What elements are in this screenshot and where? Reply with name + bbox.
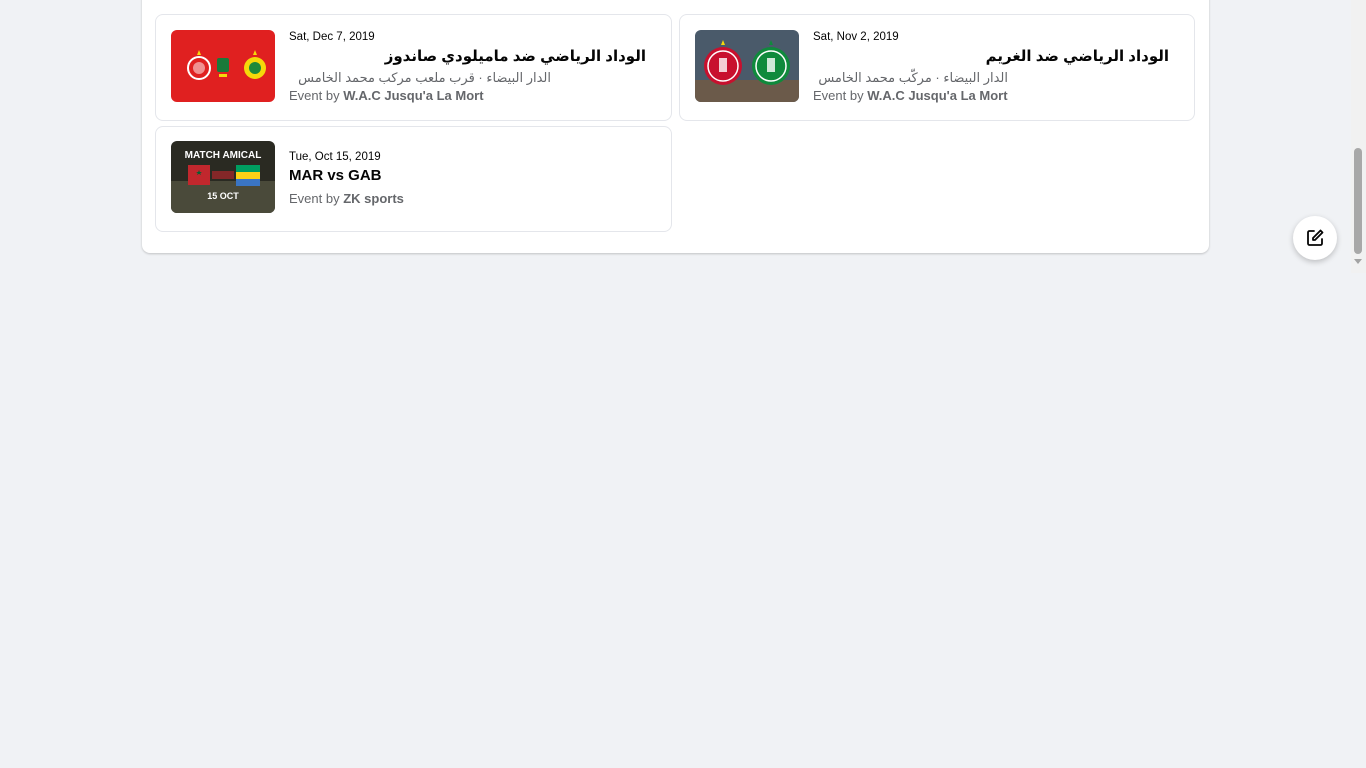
thumb-date: 15 OCT [207,191,239,201]
event-card[interactable]: Sat, Nov 2, 2019 الوداد الرياضي ضد الغري… [679,14,1195,121]
event-thumbnail[interactable] [171,30,275,102]
event-thumbnail[interactable] [695,30,799,102]
host-prefix: Event by [289,191,340,206]
event-date: Sat, Nov 2, 2019 [813,31,899,43]
wydad-vs-sundowns-image [171,30,275,102]
compose-button[interactable] [1293,216,1337,260]
thumb-caption: MATCH AMICAL [185,150,262,161]
event-date: Tue, Oct 15, 2019 [289,151,381,163]
event-host: Event by ZK sports [289,191,404,206]
event-card[interactable]: MATCH AMICAL 15 OCT Tue, Oct 15, 2019 MA… [155,126,672,232]
event-host: Event by W.A.C Jusqu'a La Mort [289,88,484,103]
mar-vs-gab-image: MATCH AMICAL 15 OCT [171,141,275,213]
event-location: الدار البيضاء · مركّب محمد الخامس [818,70,1008,85]
scrollbar[interactable] [1351,0,1366,273]
event-host: Event by W.A.C Jusqu'a La Mort [813,88,1008,103]
event-title[interactable]: MAR vs GAB [289,167,382,184]
event-card[interactable]: Sat, Dec 7, 2019 الوداد الرياضي ضد ماميل… [155,14,672,121]
event-location: الدار البيضاء · قرب ملعب مركب محمد الخام… [298,70,551,85]
host-link[interactable]: W.A.C Jusqu'a La Mort [867,88,1007,103]
events-panel: Sat, Dec 7, 2019 الوداد الرياضي ضد ماميل… [142,0,1209,253]
event-title[interactable]: الوداد الرياضي ضد ماميلودي صاندوز [385,47,646,65]
scroll-down-arrow-icon[interactable] [1354,259,1362,264]
wydad-vs-raja-image [695,30,799,102]
host-link[interactable]: ZK sports [343,191,404,206]
event-date: Sat, Dec 7, 2019 [289,31,375,43]
compose-icon [1307,229,1324,246]
host-link[interactable]: W.A.C Jusqu'a La Mort [343,88,483,103]
host-prefix: Event by [813,88,864,103]
host-prefix: Event by [289,88,340,103]
event-thumbnail[interactable]: MATCH AMICAL 15 OCT [171,141,275,213]
scrollbar-thumb[interactable] [1354,148,1362,254]
event-title[interactable]: الوداد الرياضي ضد الغريم [986,47,1169,65]
